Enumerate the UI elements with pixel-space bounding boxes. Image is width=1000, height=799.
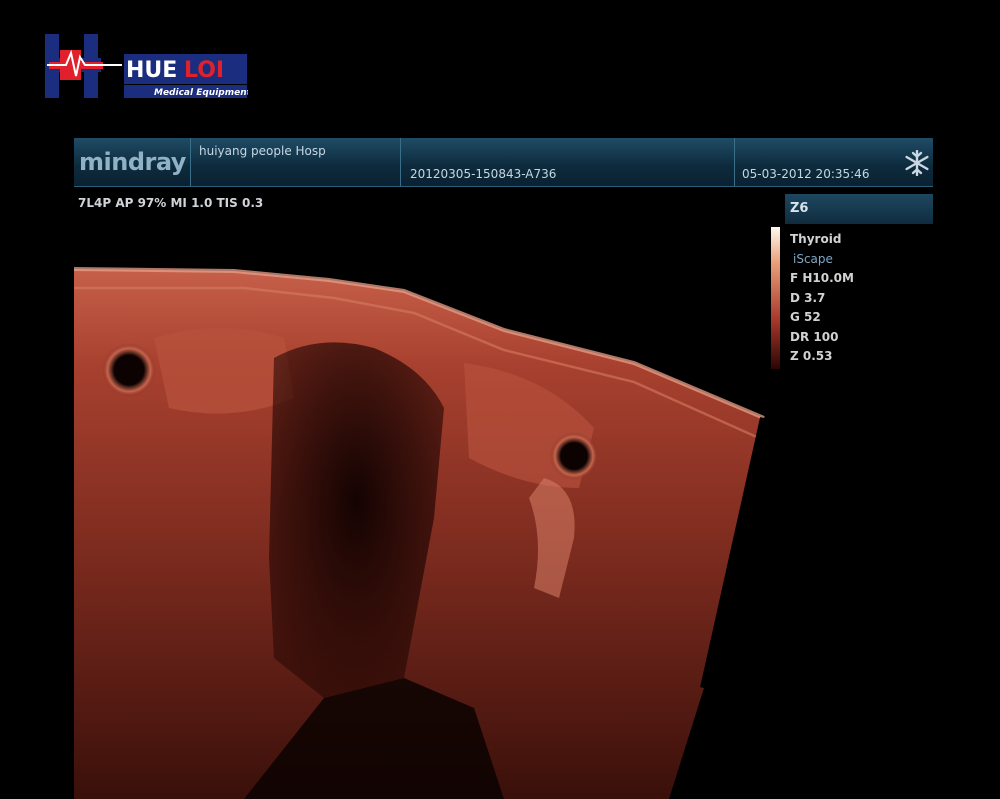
header-bar: mindray huiyang people Hosp 20120305-150… [74,138,933,187]
exam-datetime: 05-03-2012 20:35:46 [742,167,870,181]
header-divider [734,138,735,186]
zoom-tab[interactable]: Z6 [785,194,933,224]
ultrasound-image [74,267,768,799]
logo-text-hue: HUE [126,58,177,83]
depth-label: D 3.7 [790,290,826,305]
zoom-label: Z 0.53 [790,349,833,363]
hueloi-logo: HUE LOI Medical Equipment [45,34,248,98]
vessel [550,432,598,480]
imaging-parameters: 7L4P AP 97% MI 1.0 TIS 0.3 [78,196,264,210]
dynamic-range-label: DR 100 [790,329,839,344]
hospital-name: huiyang people Hosp [199,144,326,158]
mode-label: iScape [793,251,833,266]
exam-id: 20120305-150843-A736 [410,167,557,181]
settings-panel: Thyroid iScape F H10.0M D 3.7 G 52 DR 10… [790,230,854,367]
header-divider [400,138,401,186]
logo-tagline: Medical Equipment [154,88,248,98]
carotid-artery [102,343,156,397]
snowflake-icon[interactable] [904,150,930,176]
header-divider [190,138,191,186]
gain-label: G 52 [790,310,821,324]
mindray-brand: mindray [79,148,186,176]
frequency-label: F H10.0M [790,271,854,285]
zoom-tab-label: Z6 [790,201,809,216]
ultrasound-screen: mindray huiyang people Hosp 20120305-150… [74,138,933,799]
logo-text-loi: LOI [184,58,224,83]
preset-label: Thyroid [790,232,842,246]
